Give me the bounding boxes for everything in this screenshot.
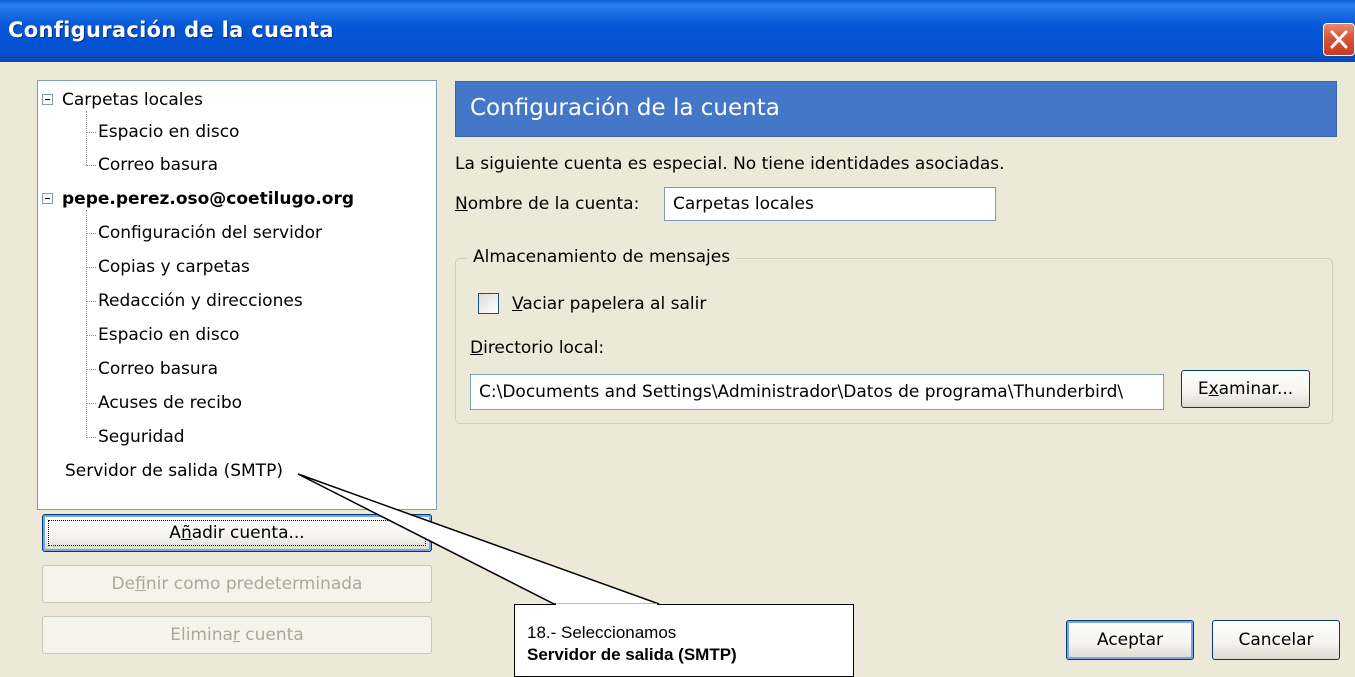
button-label: inir como predeterminada bbox=[145, 574, 363, 594]
focus-ring bbox=[48, 520, 426, 546]
browse-button[interactable]: Examinar... bbox=[1181, 370, 1310, 408]
tree-item-label: pepe.perez.oso@coetilugo.org bbox=[62, 189, 355, 209]
tree-item-label: Carpetas locales bbox=[62, 90, 203, 110]
cancel-button[interactable]: Cancelar bbox=[1212, 620, 1340, 660]
tree-item-receipts[interactable]: Acuses de recibo bbox=[98, 390, 242, 416]
button-label: E bbox=[1197, 379, 1209, 399]
empty-trash-checkbox[interactable] bbox=[478, 293, 499, 314]
tree-connector bbox=[86, 233, 96, 234]
accel-key: N bbox=[455, 194, 468, 214]
close-button[interactable] bbox=[1323, 23, 1355, 56]
accel-key: x bbox=[1208, 379, 1219, 399]
local-dir-field[interactable]: C:\Documents and Settings\Administrador\… bbox=[470, 374, 1164, 410]
add-account-button[interactable]: Añadir cuenta... bbox=[42, 514, 432, 552]
tree-item-account[interactable]: pepe.perez.oso@coetilugo.org bbox=[42, 186, 354, 212]
accel-key: r bbox=[232, 625, 240, 645]
account-name-label: Nombre de la cuenta: bbox=[455, 194, 639, 214]
tree-connector bbox=[86, 369, 96, 370]
callout-annotation: 18.- Seleccionamos Servidor de salida (S… bbox=[514, 604, 854, 677]
tree-item-smtp[interactable]: Servidor de salida (SMTP) bbox=[65, 458, 283, 484]
collapse-minus-icon[interactable] bbox=[42, 193, 53, 204]
tree-item-disk-space-2[interactable]: Espacio en disco bbox=[98, 322, 239, 348]
tree-connector bbox=[86, 335, 96, 336]
label-text: irectorio local: bbox=[483, 338, 605, 358]
tree-connector bbox=[86, 301, 96, 302]
set-default-button[interactable]: Definir como predeterminada bbox=[42, 565, 432, 603]
button-label: aminar... bbox=[1218, 379, 1294, 399]
button-label: cuenta bbox=[239, 625, 304, 645]
close-x-icon bbox=[1330, 30, 1348, 49]
delete-account-button[interactable]: Eliminar cuenta bbox=[42, 616, 432, 654]
accel-key: f bbox=[135, 574, 146, 594]
title-bar: Configuración de la cuenta bbox=[0, 0, 1355, 62]
tree-connector bbox=[86, 267, 96, 268]
group-label: Almacenamiento de mensajes bbox=[467, 247, 737, 267]
label-text: aciar papelera al salir bbox=[522, 294, 707, 314]
local-dir-label: Directorio local: bbox=[470, 338, 604, 358]
tree-item-composition[interactable]: Redacción y direcciones bbox=[98, 288, 303, 314]
accel-key: D bbox=[470, 338, 484, 358]
label-text: ombre de la cuenta: bbox=[467, 194, 640, 214]
panel-description: La siguiente cuenta es especial. No tien… bbox=[455, 154, 1005, 174]
tree-item-junk-2[interactable]: Correo basura bbox=[98, 356, 218, 382]
tree-item-junk[interactable]: Correo basura bbox=[98, 152, 218, 178]
tree-connector bbox=[86, 437, 96, 438]
panel-title: Configuración de la cuenta bbox=[470, 95, 780, 121]
tree-connector bbox=[86, 132, 96, 133]
tree-connector bbox=[86, 165, 96, 166]
callout-step-text: 18.- Seleccionamos bbox=[527, 623, 677, 642]
collapse-minus-icon[interactable] bbox=[42, 94, 53, 105]
panel-header: Configuración de la cuenta bbox=[455, 81, 1337, 137]
empty-trash-label: Vaciar papelera al salir bbox=[512, 294, 706, 314]
ok-button[interactable]: Aceptar bbox=[1066, 620, 1194, 660]
button-label: De bbox=[111, 574, 136, 594]
account-name-field[interactable]: Carpetas locales bbox=[664, 187, 996, 221]
tree-item-copies-folders[interactable]: Copias y carpetas bbox=[98, 254, 250, 280]
tree-connector bbox=[86, 403, 96, 404]
tree-item-security[interactable]: Seguridad bbox=[98, 424, 185, 450]
window-title: Configuración de la cuenta bbox=[8, 18, 334, 42]
tree-item-disk-space[interactable]: Espacio en disco bbox=[98, 119, 239, 145]
accel-key: V bbox=[512, 294, 523, 314]
tree-item-server-settings[interactable]: Configuración del servidor bbox=[98, 220, 322, 246]
account-tree[interactable]: Carpetas locales Espacio en disco Correo… bbox=[37, 80, 437, 510]
tree-connector bbox=[86, 111, 87, 165]
callout-target-text: Servidor de salida (SMTP) bbox=[527, 645, 737, 664]
button-label: Elimina bbox=[170, 625, 233, 645]
tree-item-local-folders[interactable]: Carpetas locales bbox=[42, 87, 203, 113]
